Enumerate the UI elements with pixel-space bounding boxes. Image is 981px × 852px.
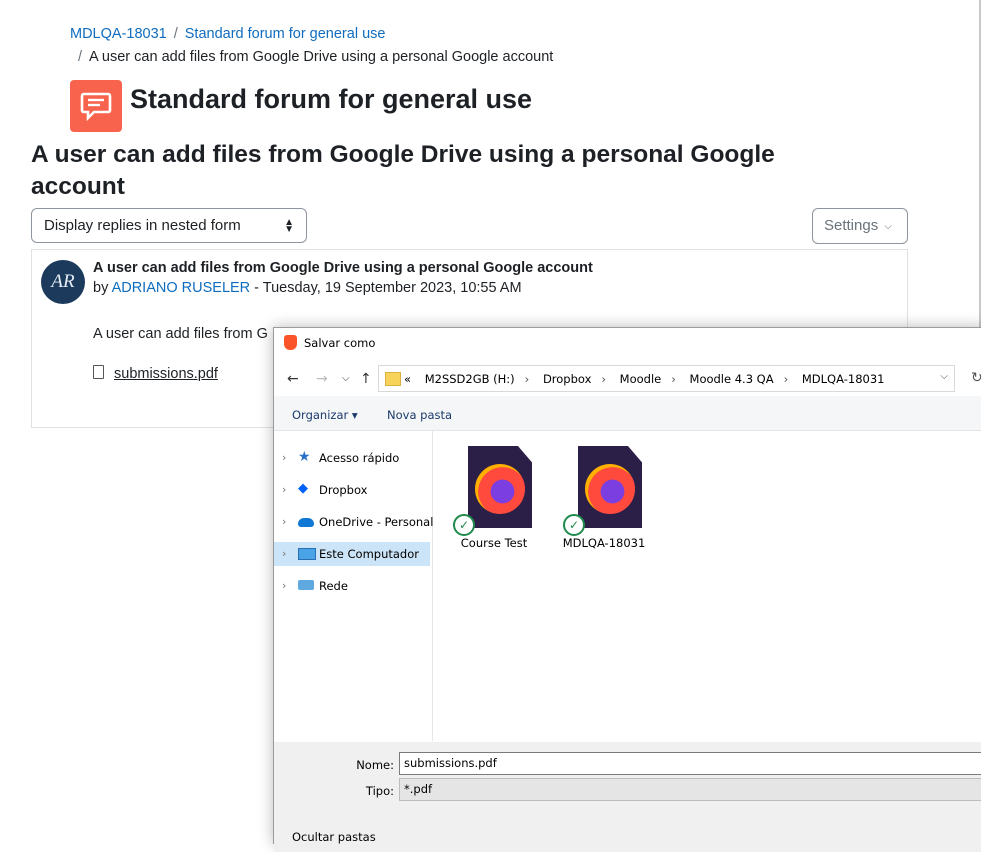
folder-icon (385, 372, 401, 386)
post-message: A user can add files from G (93, 326, 268, 342)
pdf-file-icon (93, 365, 104, 379)
dialog-title: Salvar como (304, 336, 376, 350)
nav-item-label: Acesso rápido (319, 451, 400, 465)
avatar[interactable]: AR (41, 260, 85, 304)
nav-item-this-pc[interactable]: › Este Computador (274, 542, 430, 566)
file-item[interactable]: ✓ MDLQA-18031 (547, 446, 657, 556)
path-breadcrumb: « M2SSD2GB (H:) › Dropbox › Moodle › Moodle… (404, 372, 894, 386)
expand-chevron-icon[interactable]: › (282, 579, 286, 592)
brave-browser-icon (284, 335, 297, 350)
author-link[interactable]: ADRIANO RUSELER (112, 280, 251, 296)
network-icon (298, 580, 314, 590)
nav-item-label: Este Computador (319, 547, 419, 561)
sync-check-icon: ✓ (453, 514, 475, 536)
breadcrumb-current: A user can add files from Google Drive u… (89, 49, 554, 65)
new-folder-button[interactable]: Nova pasta (387, 408, 452, 422)
file-type-select[interactable]: *.pdf (399, 778, 981, 801)
expand-chevron-icon[interactable]: › (282, 547, 286, 560)
path-overflow[interactable]: « (404, 372, 411, 386)
cloud-icon (298, 518, 314, 527)
nav-item-label: Dropbox (319, 483, 368, 497)
expand-chevron-icon[interactable]: › (282, 515, 286, 528)
path-segment[interactable]: MDLQA-18031 (802, 372, 885, 386)
post-subject: A user can add files from Google Drive u… (93, 260, 593, 276)
breadcrumb-link-course[interactable]: MDLQA-18031 (70, 26, 167, 42)
nav-item-label: Rede (319, 579, 348, 593)
name-label: Nome: (356, 758, 394, 772)
refresh-icon[interactable]: ↻ (971, 370, 981, 386)
page-title: Standard forum for general use (130, 84, 533, 114)
breadcrumb: MDLQA-18031 / Standard forum for general u… (70, 26, 385, 42)
file-name: MDLQA-18031 (562, 536, 646, 550)
hide-folders-toggle[interactable]: Ocultar pastas (292, 830, 376, 844)
firefox-icon (475, 464, 525, 514)
expand-chevron-icon[interactable]: › (282, 483, 286, 496)
dropbox-icon: ◆ (298, 481, 308, 496)
display-mode-select[interactable]: Display replies in nested form ▲ ▼ (31, 208, 307, 243)
select-caret-icon: ▲ ▼ (284, 217, 294, 235)
monitor-icon (298, 548, 316, 560)
chevron-right-icon[interactable]: › (525, 372, 530, 386)
navigation-pane: › ★ Acesso rápido › ◆ Dropbox › OneDrive… (274, 431, 433, 741)
forum-icon (70, 80, 122, 132)
file-name-input[interactable]: submissions.pdf (399, 752, 981, 775)
settings-label: Settings (824, 217, 879, 234)
sync-check-icon: ✓ (563, 514, 585, 536)
chevron-down-icon: ⌵ (884, 221, 892, 232)
breadcrumb-current-row: / A user can add files from Google Drive … (78, 49, 553, 65)
forward-arrow-icon[interactable]: → (316, 371, 328, 387)
nav-item-onedrive[interactable]: › OneDrive - Personal (274, 510, 434, 534)
save-as-dialog: Salvar como ← → ⌵ ↑ « M2SSD2GB (H:) › Dro… (273, 327, 981, 852)
path-segment[interactable]: M2SSD2GB (H:) (425, 372, 515, 386)
file-item[interactable]: ✓ Course Test (437, 446, 547, 556)
breadcrumb-separator: / (173, 26, 178, 42)
attachment-name: submissions.pdf (114, 366, 218, 382)
path-segment[interactable]: Moodle (620, 372, 662, 386)
chevron-right-icon[interactable]: › (601, 372, 606, 386)
post-by: by (93, 280, 109, 296)
discussion-title: A user can add files from Google Drive u… (31, 141, 775, 200)
post-date: - Tuesday, 19 September 2023, 10:55 AM (250, 280, 522, 296)
settings-button[interactable]: Settings ⌵ (812, 208, 908, 244)
type-label: Tipo: (365, 784, 394, 798)
path-segment[interactable]: Dropbox (543, 372, 591, 386)
attachment-link[interactable]: submissions.pdf (93, 364, 218, 382)
post-meta: by ADRIANO RUSELER - Tuesday, 19 Septemb… (93, 280, 522, 296)
display-mode-value: Display replies in nested form (44, 217, 241, 234)
chevron-right-icon[interactable]: › (784, 372, 789, 386)
chevron-right-icon[interactable]: › (671, 372, 676, 386)
breadcrumb-separator: / (78, 49, 83, 65)
star-icon: ★ (298, 449, 311, 465)
command-bar: Organizar ▾ Nova pasta (274, 396, 981, 431)
address-row: ← → ⌵ ↑ « M2SSD2GB (H:) › Dropbox › Moodle… (274, 362, 981, 396)
path-segment[interactable]: Moodle 4.3 QA (690, 372, 774, 386)
nav-item-label: OneDrive - Personal (319, 515, 434, 529)
dialog-titlebar: Salvar como (274, 328, 981, 358)
back-arrow-icon[interactable]: ← (287, 371, 299, 387)
nav-item-dropbox[interactable]: › ◆ Dropbox (274, 478, 430, 502)
firefox-icon (585, 464, 635, 514)
address-dropdown-icon[interactable]: ⌵ (940, 371, 948, 382)
expand-chevron-icon[interactable]: › (282, 451, 286, 464)
recent-chevron-icon[interactable]: ⌵ (342, 373, 350, 384)
address-bar[interactable]: « M2SSD2GB (H:) › Dropbox › Moodle › Moodle… (378, 365, 955, 392)
organize-button[interactable]: Organizar ▾ (292, 408, 358, 422)
nav-item-quick-access[interactable]: › ★ Acesso rápido (274, 446, 430, 470)
up-arrow-icon[interactable]: ↑ (360, 371, 372, 387)
breadcrumb-link-forum[interactable]: Standard forum for general use (185, 26, 386, 42)
nav-item-network[interactable]: › Rede (274, 574, 430, 598)
